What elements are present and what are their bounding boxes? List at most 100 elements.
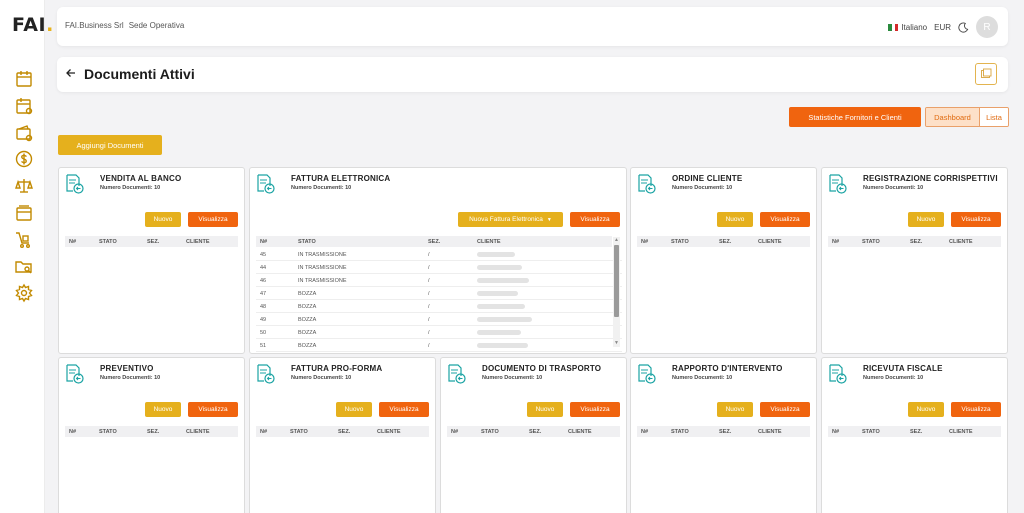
settings-icon[interactable] xyxy=(14,283,34,303)
card-fattura-elettronica: FATTURA ELETTRONICA Numero Documenti: 10… xyxy=(249,167,627,354)
visualizza-button[interactable]: Visualizza xyxy=(570,212,620,227)
row-number: 45 xyxy=(260,252,267,258)
nuovo-button[interactable]: Nuovo xyxy=(336,402,372,417)
table-header: N# STATO SEZ. CLIENTE xyxy=(65,236,238,247)
dollar-icon[interactable] xyxy=(14,149,34,169)
nuovo-button[interactable]: Nuovo xyxy=(908,212,944,227)
table-header: N# STATO SEZ. CLIENTE xyxy=(256,426,429,437)
table-header: N# STATO SEZ. CLIENTE xyxy=(65,426,238,437)
card-title: REGISTRAZIONE CORRISPETTIVI xyxy=(863,174,998,183)
document-icon xyxy=(829,364,847,384)
row-status: BOZZA xyxy=(298,317,317,323)
row-section: / xyxy=(428,330,430,336)
add-documents-button[interactable]: Aggiungi Documenti xyxy=(58,135,162,155)
col-cliente: CLIENTE xyxy=(477,239,501,245)
table-row[interactable]: 50 BOZZA / xyxy=(256,326,622,339)
col-sez: SEZ. xyxy=(338,429,351,435)
visualizza-button[interactable]: Visualizza xyxy=(188,212,238,227)
visualizza-button[interactable]: Visualizza xyxy=(188,402,238,417)
document-count: Numero Documenti: 10 xyxy=(291,185,352,191)
visualizza-button[interactable]: Visualizza xyxy=(760,402,810,417)
col-stato: STATO xyxy=(481,429,499,435)
visualizza-button[interactable]: Visualizza xyxy=(951,402,1001,417)
table-header: N# STATO SEZ. CLIENTE xyxy=(447,426,620,437)
nuovo-button[interactable]: Nuovo xyxy=(717,402,753,417)
nuovo-button[interactable]: Nuovo xyxy=(527,402,563,417)
col-n: N# xyxy=(69,239,77,245)
calendar-user-icon[interactable] xyxy=(14,96,34,116)
currency-selector[interactable]: EUR xyxy=(934,23,951,32)
back-arrow-icon[interactable] xyxy=(65,67,77,79)
card-ricevuta-fiscale: RICEVUTA FISCALE Numero Documenti: 10 Nu… xyxy=(821,357,1008,513)
table-header: N# STATO SEZ. CLIENTE xyxy=(256,236,612,247)
nuovo-button[interactable]: Nuovo xyxy=(145,212,181,227)
table-header: N# STATO SEZ. CLIENTE xyxy=(828,426,1001,437)
wallet-icon[interactable] xyxy=(14,123,34,143)
avatar[interactable]: R xyxy=(976,16,998,38)
card-title: VENDITA AL BANCO xyxy=(100,174,182,183)
visualizza-button[interactable]: Visualizza xyxy=(951,212,1001,227)
cart-icon[interactable] xyxy=(14,230,34,250)
table-row[interactable]: 46 IN TRASMISSIONE / xyxy=(256,274,622,287)
document-icon xyxy=(448,364,466,384)
folder-search-icon[interactable] xyxy=(14,257,34,277)
nuovo-button[interactable]: Nuovo xyxy=(717,212,753,227)
row-section: / xyxy=(428,343,430,349)
row-section: / xyxy=(428,265,430,271)
scroll-down-icon[interactable]: ▼ xyxy=(613,340,620,347)
col-n: N# xyxy=(260,429,268,435)
view-toggle: Dashboard Lista xyxy=(925,107,1009,127)
table-row[interactable]: 49 BOZZA / xyxy=(256,313,622,326)
scale-icon[interactable] xyxy=(14,176,34,196)
document-export-button[interactable] xyxy=(975,63,997,85)
company-info: FAI.Business Srl Sede Operativa xyxy=(65,21,184,30)
col-cliente: CLIENTE xyxy=(568,429,592,435)
scroll-up-icon[interactable]: ▲ xyxy=(613,237,620,244)
visualizza-button[interactable]: Visualizza xyxy=(570,402,620,417)
document-icon xyxy=(638,174,656,194)
company-name: FAI.Business Srl xyxy=(65,21,124,30)
visualizza-button[interactable]: Visualizza xyxy=(760,212,810,227)
row-status: BOZZA xyxy=(298,291,317,297)
table-header: N# STATO SEZ. CLIENTE xyxy=(637,236,810,247)
dark-mode-icon[interactable] xyxy=(958,22,969,33)
card-documento-di-trasporto: DOCUMENTO DI TRASPORTO Numero Documenti:… xyxy=(440,357,627,513)
document-icon xyxy=(638,364,656,384)
archive-icon[interactable] xyxy=(14,203,34,223)
redacted-client-name xyxy=(477,304,525,309)
document-count: Numero Documenti: 10 xyxy=(672,185,733,191)
table-row[interactable]: 44 IN TRASMISSIONE / xyxy=(256,261,622,274)
table-scrollbar[interactable]: ▲ ▼ xyxy=(613,237,620,347)
table-header: N# STATO SEZ. CLIENTE xyxy=(828,236,1001,247)
col-sez: SEZ. xyxy=(910,239,923,245)
scrollbar-thumb[interactable] xyxy=(614,245,619,317)
row-number: 44 xyxy=(260,265,267,271)
table-row[interactable]: 47 BOZZA / xyxy=(256,287,622,300)
col-cliente: CLIENTE xyxy=(949,429,973,435)
table-row[interactable]: 51 BOZZA / xyxy=(256,339,622,352)
col-cliente: CLIENTE xyxy=(377,429,401,435)
col-sez: SEZ. xyxy=(147,239,160,245)
document-count: Numero Documenti: 10 xyxy=(863,375,924,381)
calendar-icon[interactable] xyxy=(14,69,34,89)
app-logo[interactable]: FAI. xyxy=(12,14,54,36)
nuovo-button[interactable]: Nuovo xyxy=(145,402,181,417)
card-title: RAPPORTO D'INTERVENTO xyxy=(672,364,783,373)
table-row[interactable]: 45 IN TRASMISSIONE / xyxy=(256,248,622,261)
redacted-client-name xyxy=(477,278,529,283)
table-row[interactable]: 48 BOZZA / xyxy=(256,300,622,313)
redacted-client-name xyxy=(477,265,522,270)
document-count: Numero Documenti: 10 xyxy=(100,375,161,381)
list-view-button[interactable]: Lista xyxy=(980,108,1008,126)
document-count: Numero Documenti: 10 xyxy=(100,185,161,191)
language-selector[interactable]: Italiano xyxy=(888,23,927,32)
nuova-fattura-button[interactable]: Nuova Fattura Elettronica ▼ xyxy=(458,212,563,227)
card-fattura-pro-forma: FATTURA PRO-FORMA Numero Documenti: 10 N… xyxy=(249,357,436,513)
invoice-table-body: 45 IN TRASMISSIONE / 44 IN TRASMISSIONE / 46 IN… xyxy=(256,248,622,352)
card-ordine-cliente: ORDINE CLIENTE Numero Documenti: 10 Nuov… xyxy=(630,167,817,354)
nuovo-button[interactable]: Nuovo xyxy=(908,402,944,417)
dashboard-view-button[interactable]: Dashboard xyxy=(926,108,980,126)
document-icon xyxy=(829,174,847,194)
visualizza-button[interactable]: Visualizza xyxy=(379,402,429,417)
stats-button[interactable]: Statistiche Fornitori e Clienti xyxy=(789,107,921,127)
